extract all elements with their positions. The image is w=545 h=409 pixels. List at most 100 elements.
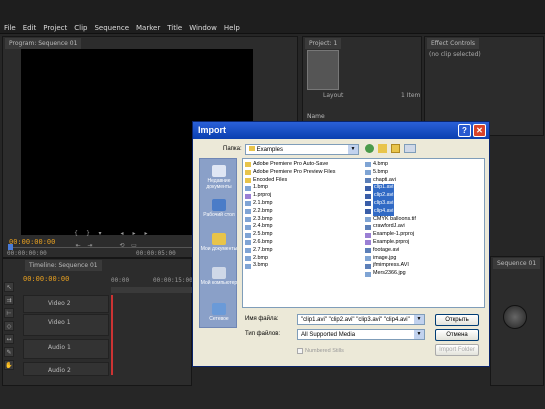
numbered-stills-checkbox[interactable] [297,348,303,354]
file-item[interactable]: footage.avi [365,247,416,255]
right-sequence-tab[interactable]: Sequence 01 [493,258,541,269]
import-dialog: Import ? ✕ Папка: Examples ▼ Недавние до… [192,121,490,367]
razor-tool-icon[interactable]: ◇ [4,321,14,331]
file-item[interactable]: Encoded Files [245,177,335,185]
lookin-combo[interactable]: Examples ▼ [245,144,359,155]
go-out-icon[interactable]: ⇥ [86,242,94,250]
go-in-icon[interactable]: ⇤ [74,242,82,250]
file-icon [245,224,251,230]
menu-item-project[interactable]: Project [43,24,67,32]
file-item[interactable]: Mers2366.jpg [365,270,416,278]
hand-tool-icon[interactable]: ✋ [4,360,14,370]
file-item[interactable]: 2.5.bmp [245,231,335,239]
menu-item-title[interactable]: Title [167,24,182,32]
file-item[interactable]: jfmimpress.AVI [365,262,416,270]
place-network[interactable]: Сетевое [200,303,238,322]
effect-controls-tab[interactable]: Effect Controls [427,38,479,49]
step-forward-icon[interactable]: ▸ [142,230,150,238]
project-name-column[interactable]: Name [307,113,325,120]
place-my-documents[interactable]: Мои документы [200,233,238,252]
file-icon [365,201,371,207]
file-item[interactable]: 2.1.bmp [245,200,335,208]
open-button[interactable]: Открыть [435,314,479,326]
close-icon[interactable]: ✕ [473,124,486,137]
up-folder-icon[interactable] [378,144,387,153]
file-item[interactable]: clip1.avi [365,184,416,193]
file-item[interactable]: CMYK balloons.tif [365,216,416,224]
my-documents-icon [212,233,226,245]
selection-tool-icon[interactable]: ↖ [4,282,14,292]
timeline-playhead[interactable] [111,295,113,375]
track-select-tool-icon[interactable]: ⇉ [4,295,14,305]
file-item[interactable]: 2.4.bmp [245,223,335,231]
step-back-icon[interactable]: ◂ [118,230,126,238]
playhead-timecode[interactable]: 00:00:00:00 [9,238,55,246]
set-out-icon[interactable]: } [84,230,92,238]
file-item[interactable]: 2.3.bmp [245,216,335,224]
menu-item-window[interactable]: Window [189,24,217,32]
file-item[interactable]: 2.2.bmp [245,208,335,216]
file-list[interactable]: Adobe Premiere Pro Auto-Save Adobe Premie… [242,158,485,308]
file-item[interactable]: clip4.avi [365,207,416,216]
loop-icon[interactable]: ⟲ [118,242,126,250]
import-folder-button[interactable]: Import Folder [435,344,479,356]
menu-item-help[interactable]: Help [224,24,240,32]
file-item[interactable]: 2.6.bmp [245,239,335,247]
file-name: Adobe Premiere Pro Auto-Save [253,161,329,167]
track-video-1[interactable]: Video 1 [23,314,109,336]
file-item[interactable]: 1.prproj [245,192,335,200]
cancel-button[interactable]: Отмена [435,329,479,341]
dialog-titlebar[interactable]: Import ? ✕ [193,122,489,139]
timeline-ruler-end: 00:00:15:00 [153,277,193,284]
track-audio-1[interactable]: Audio 1 [23,339,109,359]
place-desktop[interactable]: Рабочий стол [200,199,238,218]
menu-item-file[interactable]: File [4,24,16,32]
file-item[interactable]: Example.prproj [365,239,416,247]
file-item[interactable]: chapti.avi [365,177,416,185]
file-item[interactable]: 4.bmp [365,161,416,169]
timeline-tab[interactable]: Timeline: Sequence 01 [25,260,102,271]
timeline-timecode[interactable]: 00:00:00:00 [23,275,69,283]
project-tab[interactable]: Project: 1 [305,38,342,49]
program-monitor-tab[interactable]: Program: Sequence 01 [5,38,82,49]
menu-item-edit[interactable]: Edit [23,24,37,32]
help-icon[interactable]: ? [458,124,471,137]
file-item[interactable]: clip3.avi [365,199,416,208]
file-item[interactable]: 3.bmp [245,262,335,270]
new-folder-icon[interactable] [391,144,400,153]
back-icon[interactable] [365,144,374,153]
pen-tool-icon[interactable]: ✎ [4,347,14,357]
file-item[interactable]: 2.7.bmp [245,247,335,255]
file-name: 2.4.bmp [253,223,273,230]
volume-knob-icon[interactable] [503,305,527,329]
play-icon[interactable]: ▸ [130,230,138,238]
file-item[interactable]: 2.bmp [245,255,335,263]
file-item[interactable]: 1.bmp [245,184,335,192]
view-menu-icon[interactable] [404,144,416,153]
chevron-down-icon: ▼ [348,145,358,154]
track-audio-2[interactable]: Audio 2 [23,362,109,376]
file-item[interactable]: Adobe Premiere Pro Preview Files [245,169,335,177]
file-item[interactable]: image.jpg [365,255,416,263]
track-video-2[interactable]: Video 2 [23,295,109,313]
file-item[interactable]: crawfordJ.avi [365,223,416,231]
menu-item-sequence[interactable]: Sequence [94,24,129,32]
menu-item-marker[interactable]: Marker [136,24,160,32]
place-recent[interactable]: Недавние документы [200,165,238,190]
menu-item-clip[interactable]: Clip [74,24,87,32]
place-my-computer[interactable]: Мой компьютер [200,267,238,286]
filetype-select[interactable]: All Supported Media ▼ [297,329,425,340]
numbered-stills-option[interactable]: Numbered Stills [297,348,344,354]
file-item[interactable]: Adobe Premiere Pro Auto-Save [245,161,335,169]
file-item[interactable]: Example-1.prproj [365,231,416,239]
file-item[interactable]: clip2.avi [365,192,416,200]
marker-icon[interactable]: ▾ [96,230,104,238]
slip-tool-icon[interactable]: ↔ [4,334,14,344]
timeline-ruler[interactable] [111,287,193,293]
set-in-icon[interactable]: { [72,230,80,238]
filename-input[interactable]: "clip1.avi" "clip2.avi" "clip3.avi" "cli… [297,314,425,325]
safe-margins-icon[interactable]: ▭ [130,242,138,250]
file-item[interactable]: 5.bmp [365,169,416,177]
folder-icon [249,146,255,151]
ripple-edit-tool-icon[interactable]: ⊢ [4,308,14,318]
